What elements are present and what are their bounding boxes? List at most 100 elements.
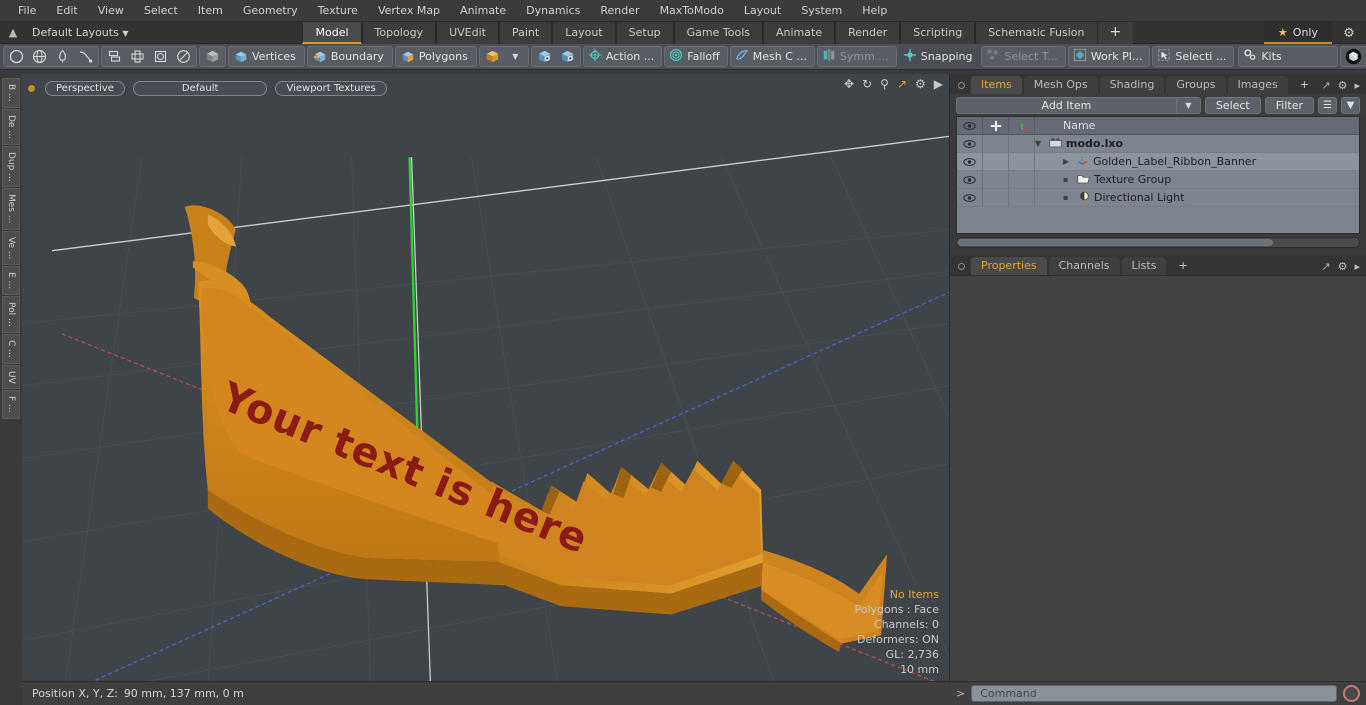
- modo-cube-icon[interactable]: [1342, 47, 1365, 66]
- twisty-right-icon[interactable]: ▶: [1063, 157, 1073, 166]
- menu-item-item[interactable]: Item: [188, 0, 233, 22]
- add-properties-tab-button[interactable]: +: [1168, 257, 1197, 275]
- chevron-right-icon[interactable]: ▶: [934, 78, 943, 90]
- eye-icon[interactable]: [957, 188, 983, 207]
- menu-item-help[interactable]: Help: [852, 0, 897, 22]
- menu-item-edit[interactable]: Edit: [46, 0, 87, 22]
- add-tab-button[interactable]: +: [1097, 21, 1134, 44]
- viewport[interactable]: Y X Z Your text is here Perspective Defa…: [21, 74, 950, 705]
- chevron-right-icon[interactable]: ▸: [1354, 79, 1360, 92]
- eye-icon[interactable]: [957, 170, 983, 189]
- left-tab-edge[interactable]: E ...: [2, 266, 20, 296]
- viewport-menu-dot[interactable]: [28, 84, 35, 92]
- menu-item-maxtomodo[interactable]: MaxToModo: [650, 0, 734, 22]
- table-row[interactable]: ▪ Directional Light: [957, 188, 1359, 207]
- twisty-down-icon[interactable]: ▼: [1035, 139, 1045, 148]
- action-center-button[interactable]: Action ...: [582, 46, 663, 67]
- viewport-perspective-button[interactable]: Perspective: [45, 80, 125, 96]
- select-button[interactable]: Select: [1204, 96, 1261, 114]
- menu-item-dynamics[interactable]: Dynamics: [516, 0, 590, 22]
- pen-icon[interactable]: [51, 47, 74, 66]
- left-tab-mesh[interactable]: Mes ...: [2, 188, 20, 230]
- chevron-down-icon[interactable]: ▼: [504, 47, 527, 66]
- panel-divider[interactable]: [950, 248, 1366, 255]
- tree-item-mesh[interactable]: ▶ Golden_Label_Ribbon_Banner: [1035, 154, 1359, 169]
- item-tree-empty-space[interactable]: [957, 207, 1359, 233]
- align-icon[interactable]: [126, 47, 149, 66]
- snapping-button[interactable]: Snapping: [899, 46, 980, 67]
- curve-icon[interactable]: [74, 47, 97, 66]
- menu-item-animate[interactable]: Animate: [450, 0, 516, 22]
- menu-item-view[interactable]: View: [88, 0, 134, 22]
- menu-item-system[interactable]: System: [791, 0, 852, 22]
- tab-paint[interactable]: Paint: [498, 21, 553, 44]
- selection-set-button[interactable]: Selecti ...: [1152, 46, 1235, 67]
- tab-properties[interactable]: Properties: [971, 257, 1047, 275]
- expand-icon[interactable]: ↗: [1321, 79, 1330, 92]
- work-plane-button[interactable]: Work Pl...: [1067, 46, 1151, 67]
- table-row[interactable]: ▪ Texture Group: [957, 170, 1359, 189]
- falloff-button[interactable]: Falloff: [664, 46, 728, 67]
- tab-mesh-ops[interactable]: Mesh Ops: [1023, 76, 1098, 94]
- mesh-constraint-button[interactable]: Mesh C ...: [729, 46, 815, 67]
- tab-layout[interactable]: Layout: [552, 21, 616, 44]
- chevron-right-icon[interactable]: ▸: [1354, 260, 1360, 273]
- cube-gray-icon[interactable]: [201, 47, 224, 66]
- menu-item-select[interactable]: Select: [134, 0, 188, 22]
- viewport-textures-button[interactable]: Viewport Textures: [275, 80, 387, 96]
- lock-cell[interactable]: [983, 170, 1009, 189]
- left-tab-vertex[interactable]: Ve ...: [2, 230, 20, 266]
- viewport-canvas[interactable]: Y X Z Your text is here: [21, 74, 950, 705]
- axis-cell[interactable]: [1009, 134, 1035, 153]
- menu-item-render[interactable]: Render: [590, 0, 649, 22]
- tab-uvedit[interactable]: UVEdit: [436, 21, 499, 44]
- left-tab-basic[interactable]: B ...: [2, 78, 20, 108]
- record-icon[interactable]: [1343, 685, 1360, 702]
- vertices-mode-button[interactable]: Vertices: [230, 46, 303, 67]
- left-tab-deform[interactable]: De ...: [2, 108, 20, 145]
- kits-button[interactable]: Kits: [1238, 46, 1339, 67]
- menu-item-texture[interactable]: Texture: [308, 0, 368, 22]
- left-tab-uv[interactable]: UV: [2, 364, 20, 390]
- left-tab-fusion[interactable]: F ...: [2, 390, 20, 420]
- zoom-icon[interactable]: ⚲: [880, 78, 889, 90]
- select-through-button[interactable]: Select T...: [981, 46, 1066, 67]
- menu-item-layout[interactable]: Layout: [734, 0, 791, 22]
- tab-animate[interactable]: Animate: [763, 21, 836, 44]
- cube-orange-icon[interactable]: [481, 47, 504, 66]
- circle-icon[interactable]: [5, 47, 28, 66]
- layout-selector[interactable]: Default Layouts ▼: [26, 26, 134, 39]
- axis-cell[interactable]: [1009, 152, 1035, 171]
- tab-shading[interactable]: Shading: [1099, 76, 1165, 94]
- menu-item-file[interactable]: File: [8, 0, 46, 22]
- add-item-button[interactable]: Add Item ▼: [956, 96, 1201, 114]
- menu-item-vertex-map[interactable]: Vertex Map: [368, 0, 450, 22]
- gear-icon[interactable]: ⚙: [1332, 26, 1366, 41]
- panel-menu-dot[interactable]: [958, 263, 965, 270]
- add-panel-tab-button[interactable]: +: [1290, 76, 1319, 94]
- eye-icon[interactable]: [957, 134, 983, 153]
- command-input[interactable]: Command: [971, 685, 1337, 702]
- lock-cell[interactable]: [983, 152, 1009, 171]
- filter-button[interactable]: Filter: [1264, 96, 1314, 114]
- gear-icon[interactable]: ⚙: [1338, 260, 1348, 273]
- gear-icon[interactable]: ⚙: [1338, 79, 1348, 92]
- axis-cell[interactable]: [1009, 170, 1035, 189]
- circle-outline-icon[interactable]: [172, 47, 195, 66]
- item-tree[interactable]: Name ▼ modo.lxo ▶ Golden_Label_Ribbon_Ba…: [956, 116, 1360, 234]
- list-options-icon[interactable]: ☰: [1318, 96, 1337, 114]
- left-tab-polygon[interactable]: Pol ...: [2, 296, 20, 333]
- tab-setup[interactable]: Setup: [615, 21, 674, 44]
- panel-menu-dot[interactable]: [958, 82, 965, 89]
- scrollbar-thumb[interactable]: [958, 239, 1273, 246]
- menu-item-geometry[interactable]: Geometry: [233, 0, 308, 22]
- tab-topology[interactable]: Topology: [361, 21, 437, 44]
- item-tree-scrollbar[interactable]: [956, 237, 1360, 248]
- tree-item-scene[interactable]: ▼ modo.lxo: [1035, 137, 1359, 151]
- lock-cell[interactable]: [983, 188, 1009, 207]
- left-tab-duplicate[interactable]: Dup ...: [2, 145, 20, 188]
- table-row[interactable]: ▶ Golden_Label_Ribbon_Banner: [957, 152, 1359, 171]
- table-row[interactable]: ▼ modo.lxo: [957, 134, 1359, 153]
- tab-render[interactable]: Render: [835, 21, 901, 44]
- tab-model[interactable]: Model: [302, 21, 362, 44]
